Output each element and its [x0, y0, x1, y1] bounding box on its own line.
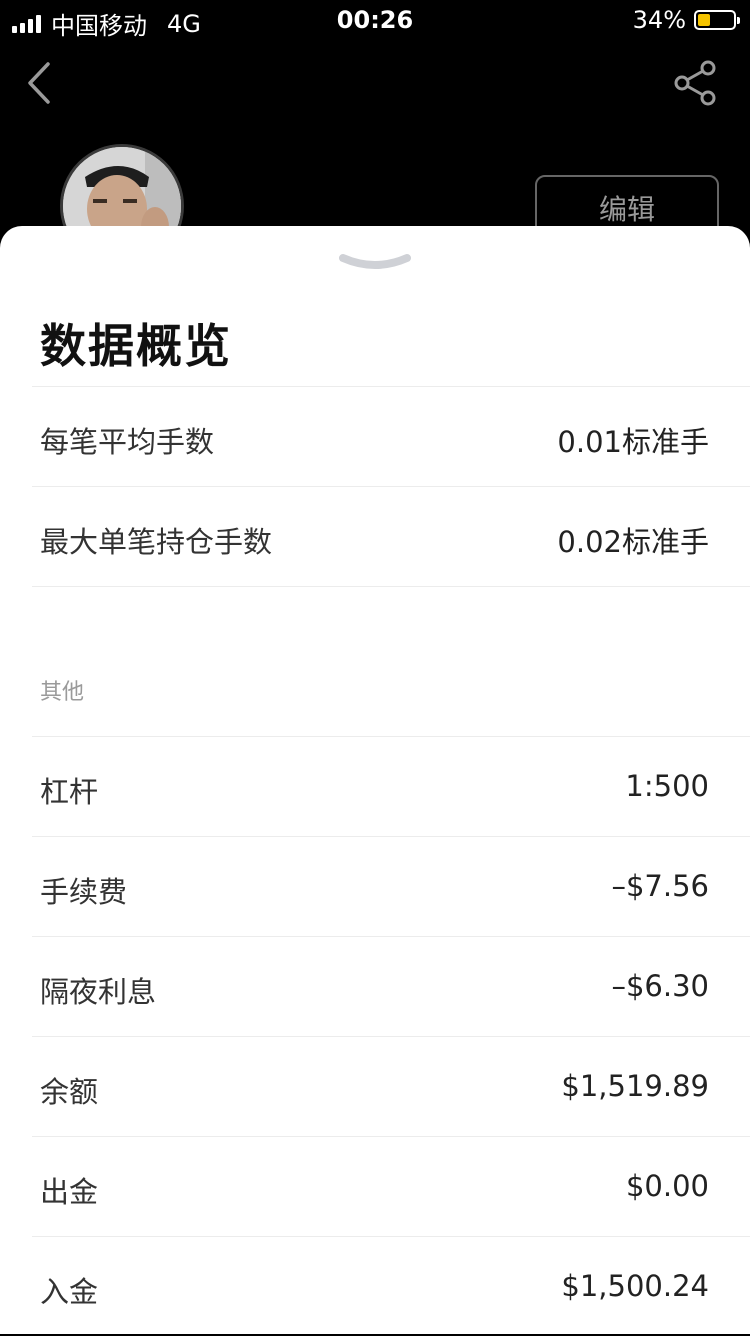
other-label: 杠杆	[40, 775, 99, 809]
other-label: 隔夜利息	[40, 975, 157, 1009]
share-icon	[674, 60, 716, 106]
divider	[32, 586, 750, 587]
chevron-down-icon	[339, 254, 411, 269]
stat-value: 0.02标准手	[557, 525, 709, 559]
other-row: 手续费 –$7.56	[32, 836, 750, 936]
other-row: 杠杆 1:500	[32, 736, 750, 836]
chevron-left-icon	[28, 62, 50, 104]
other-value: –$7.56	[611, 869, 709, 903]
stat-value: 0.01标准手	[557, 425, 709, 459]
other-value: 1:500	[625, 769, 709, 803]
stat-row: 每笔平均手数 0.01标准手	[32, 386, 750, 486]
data-overview-sheet: 数据概览 每笔平均手数 0.01标准手 最大单笔持仓手数 0.02标准手 其他 …	[0, 226, 750, 1334]
section-label-other: 其他	[40, 680, 85, 705]
other-value: –$6.30	[611, 969, 709, 1003]
stat-label: 每笔平均手数	[40, 425, 215, 459]
other-label: 入金	[40, 1275, 99, 1309]
other-value: $0.00	[625, 1169, 709, 1203]
share-button[interactable]	[672, 58, 722, 108]
other-row: 隔夜利息 –$6.30	[32, 936, 750, 1036]
battery-icon	[694, 10, 740, 30]
back-button[interactable]	[22, 58, 62, 108]
stat-label: 最大单笔持仓手数	[40, 525, 273, 559]
sheet-handle[interactable]	[339, 250, 411, 274]
stat-row: 最大单笔持仓手数 0.02标准手	[32, 486, 750, 586]
battery-percent: 34%	[632, 6, 686, 34]
other-label: 出金	[40, 1175, 99, 1209]
other-value: $1,519.89	[561, 1069, 709, 1103]
status-bar: 中国移动 4G 00:26 34%	[0, 0, 750, 40]
other-row: 出金 $0.00	[32, 1136, 750, 1236]
other-label: 余额	[40, 1075, 99, 1109]
other-value: $1,500.24	[561, 1269, 709, 1303]
other-row: 余额 $1,519.89	[32, 1036, 750, 1136]
status-right: 34%	[632, 6, 740, 34]
other-row: 入金 $1,500.24	[32, 1236, 750, 1336]
other-label: 手续费	[40, 875, 128, 909]
sheet-title: 数据概览	[40, 319, 232, 373]
